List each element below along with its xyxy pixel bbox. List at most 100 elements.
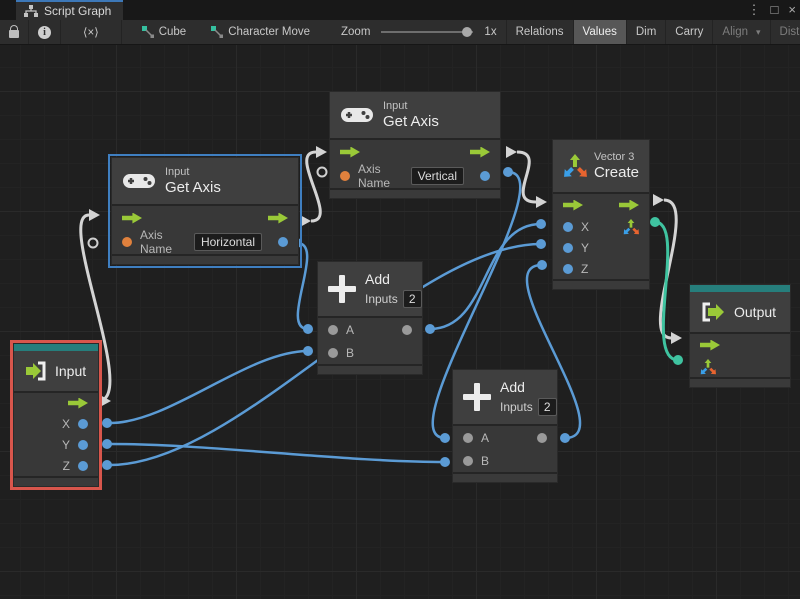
flow-in-port[interactable] [700, 340, 720, 351]
axis-name-field[interactable]: Vertical [411, 167, 464, 185]
zoom-label: Zoom [341, 26, 370, 38]
wire-endpoint[interactable] [503, 167, 513, 177]
wire-endpoint[interactable] [536, 239, 546, 249]
wire-endpoint[interactable] [440, 457, 450, 467]
breadcrumb-cube[interactable]: Cube [122, 20, 196, 44]
wire-horizontal-to-addtop-a[interactable] [297, 243, 308, 329]
flow-out-port[interactable] [68, 398, 88, 409]
input-b-port[interactable] [463, 456, 473, 466]
wire-endpoint[interactable] [425, 324, 435, 334]
port-a-label: A [346, 323, 354, 337]
wire-endpoint[interactable] [440, 433, 450, 443]
unconnected-port-ring[interactable] [318, 168, 327, 177]
window-maximize-icon[interactable]: □ [771, 0, 779, 20]
port-b-label: B [346, 346, 354, 360]
flow-in-port[interactable] [563, 200, 583, 211]
axis-name-field[interactable]: Horizontal [194, 233, 262, 251]
wire-getaxis-horizontal-to-getaxis-vertical[interactable] [307, 152, 321, 221]
input-a-port[interactable] [328, 325, 338, 335]
sum-port[interactable] [537, 433, 547, 443]
values-toggle[interactable]: Values [574, 20, 627, 44]
axis-name-label: Axis Name [358, 162, 403, 190]
node-add-top[interactable]: Add Inputs 2 A B [318, 262, 422, 374]
input-a-port[interactable] [463, 433, 473, 443]
tab-script-graph[interactable]: Script Graph [16, 0, 123, 20]
sum-port[interactable] [402, 325, 412, 335]
inputs-count-field[interactable]: 2 [403, 290, 422, 308]
node-get-axis-horizontal[interactable]: Input Get Axis Axis Name Horizontal [112, 158, 298, 264]
breadcrumb-character-move[interactable]: Character Move [195, 20, 319, 44]
distribute-dropdown[interactable]: Distribute▾ [771, 20, 800, 44]
add-icon [463, 383, 491, 411]
window-menu-icon[interactable]: ⋮ [748, 0, 761, 20]
node-footer [553, 279, 649, 289]
node-add-bottom[interactable]: Add Inputs 2 A B [453, 370, 557, 482]
zoom-value: 1x [484, 26, 496, 38]
window-close-icon[interactable]: × [788, 0, 796, 20]
input-b-port[interactable] [328, 348, 338, 358]
carry-toggle[interactable]: Carry [666, 20, 713, 44]
node-category: Input [165, 165, 221, 179]
port-a-label: A [481, 431, 489, 445]
relations-toggle[interactable]: Relations [507, 20, 574, 44]
dim-toggle[interactable]: Dim [627, 20, 666, 44]
wire-endpoint[interactable] [303, 346, 313, 356]
port-y-label: Y [581, 241, 589, 255]
y-port[interactable] [563, 243, 573, 253]
align-label: Align [722, 26, 748, 38]
node-title: Add [500, 378, 557, 396]
wire-endpoint[interactable] [560, 433, 570, 443]
code-icon: ⟨×⟩ [83, 25, 99, 39]
axis-name-label: Axis Name [140, 228, 186, 256]
unconnected-port-ring[interactable] [89, 239, 98, 248]
wire-endpoint-vector[interactable] [650, 217, 660, 227]
wire-endpoint-vector[interactable] [673, 355, 683, 365]
zoom-slider-handle[interactable] [462, 27, 472, 37]
axis-name-port[interactable] [340, 171, 350, 181]
port-z-label: Z [63, 459, 70, 473]
info-button[interactable]: i [29, 20, 61, 44]
result-port[interactable] [480, 171, 490, 181]
flow-out-port[interactable] [268, 213, 288, 224]
result-port[interactable] [278, 237, 288, 247]
dim-label: Dim [636, 26, 656, 38]
wire-endpoint[interactable] [102, 418, 112, 428]
align-dropdown[interactable]: Align ▾ [713, 20, 770, 44]
graph-icon [211, 26, 223, 38]
z-port[interactable] [78, 461, 88, 471]
wire-endpoint[interactable] [102, 460, 112, 470]
y-port[interactable] [78, 440, 88, 450]
x-port[interactable] [563, 222, 573, 232]
wire-input-x-to-addtop-b[interactable] [110, 351, 308, 423]
node-input-event[interactable]: Input X Y Z [14, 344, 98, 486]
vector3-result-port[interactable] [623, 219, 639, 235]
z-port[interactable] [563, 264, 573, 274]
chevron-down-icon: ▾ [756, 27, 761, 38]
wire-endpoint[interactable] [303, 324, 313, 334]
zoom-slider[interactable] [381, 31, 473, 33]
x-port[interactable] [78, 419, 88, 429]
node-footer [14, 476, 98, 486]
tab-label: Script Graph [44, 4, 111, 18]
axis-name-port[interactable] [122, 237, 132, 247]
node-output-event[interactable]: Output [690, 285, 790, 387]
wire-endpoint[interactable] [536, 219, 546, 229]
event-color-bar [14, 344, 98, 351]
node-title: Input [55, 362, 86, 380]
flow-out-port[interactable] [470, 147, 490, 158]
wire-input-y-to-addbottom-b[interactable] [110, 444, 445, 462]
flow-in-port[interactable] [122, 213, 142, 224]
vector3-value-port[interactable] [700, 359, 716, 375]
node-get-axis-vertical[interactable]: Input Get Axis Axis Name Vertical [330, 92, 500, 198]
inputs-count-field[interactable]: 2 [538, 398, 557, 416]
code-view-button[interactable]: ⟨×⟩ [61, 20, 122, 44]
values-label: Values [583, 26, 617, 38]
flow-in-port[interactable] [340, 147, 360, 158]
wire-addtop-to-vector3-x[interactable] [430, 224, 541, 329]
lock-button[interactable] [0, 20, 29, 44]
flow-out-port[interactable] [619, 200, 639, 211]
wire-endpoint[interactable] [102, 439, 112, 449]
graph-icon [142, 26, 154, 38]
node-vector3-create[interactable]: Vector 3 Create X Y Z [553, 140, 649, 289]
wire-endpoint[interactable] [537, 260, 547, 270]
